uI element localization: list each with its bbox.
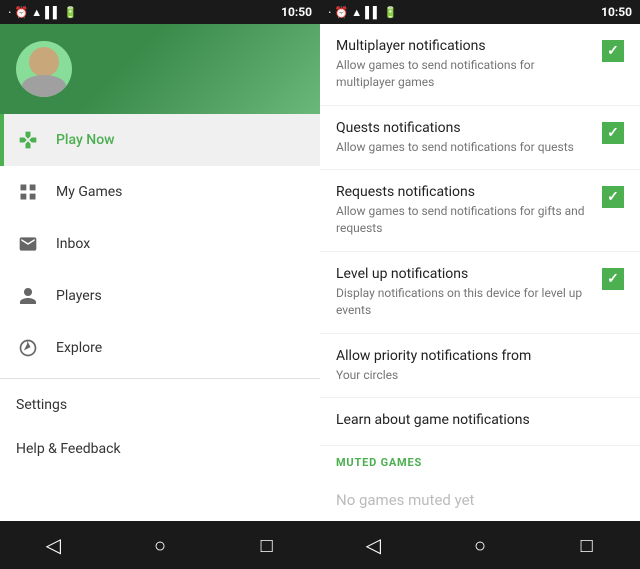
right-status-bar: ⋅ ⏰ ▲ ▌▌ 🔋 10:50 [320, 0, 640, 24]
priority-text: Allow priority notifications from Your c… [336, 348, 624, 384]
alarm-icon: ⏰ [15, 6, 29, 19]
requests-title: Requests notifications [336, 184, 594, 200]
right-time: 10:50 [601, 5, 632, 19]
sidebar-item-my-games[interactable]: My Games [0, 166, 320, 218]
gamepad-icon [16, 128, 40, 152]
sidebar-item-inbox[interactable]: Inbox [0, 218, 320, 270]
right-bottom-nav: ◁ ○ □ [320, 521, 640, 569]
right-alarm-icon: ⏰ [335, 6, 349, 19]
settings-label: Settings [16, 397, 67, 413]
profile-header: Christian Cawley atomickarma75@googlemai… [0, 24, 320, 114]
avatar-face [29, 47, 59, 77]
sidebar-item-my-games-label: My Games [56, 184, 122, 200]
grid-icon [16, 180, 40, 204]
envelope-icon [16, 232, 40, 256]
right-wifi-icon: ▲ [351, 6, 362, 19]
multiplayer-notification-item[interactable]: Multiplayer notifications Allow games to… [320, 24, 640, 106]
menu-divider [0, 378, 320, 379]
right-status-icons: ⋅ ⏰ ▲ ▌▌ 🔋 [328, 6, 397, 19]
recents-button[interactable]: □ [213, 533, 320, 558]
person-icon [16, 284, 40, 308]
back-button[interactable]: ◁ [0, 533, 107, 557]
levelup-title: Level up notifications [336, 266, 594, 282]
right-bluetooth-icon: ⋅ [328, 6, 332, 19]
quests-notification-item[interactable]: Quests notifications Allow games to send… [320, 106, 640, 171]
priority-notification-item[interactable]: Allow priority notifications from Your c… [320, 334, 640, 399]
multiplayer-desc: Allow games to send notifications for mu… [336, 57, 594, 91]
right-home-button[interactable]: ○ [427, 533, 534, 558]
requests-notification-item[interactable]: Requests notifications Allow games to se… [320, 170, 640, 252]
sidebar-item-explore-label: Explore [56, 340, 102, 356]
left-status-icons: ⋅ ⏰ ▲ ▌▌ 🔋 [8, 6, 77, 19]
menu-list: Play Now My Games Inbox Players [0, 114, 320, 521]
bluetooth-icon: ⋅ [8, 6, 12, 19]
right-back-button[interactable]: ◁ [320, 533, 427, 557]
multiplayer-checkbox[interactable] [602, 40, 624, 62]
quests-text: Quests notifications Allow games to send… [336, 120, 594, 156]
sidebar-item-inbox-label: Inbox [56, 236, 90, 252]
multiplayer-title: Multiplayer notifications [336, 38, 594, 54]
avatar-body [22, 75, 66, 97]
levelup-text: Level up notifications Display notificat… [336, 266, 594, 319]
signal-icon: ▌▌ [45, 6, 61, 19]
settings-item[interactable]: Settings [0, 383, 320, 427]
sidebar-item-players[interactable]: Players [0, 270, 320, 322]
wifi-icon: ▲ [31, 6, 42, 19]
learn-link-item[interactable]: Learn about game notifications [320, 398, 640, 446]
sidebar-item-explore[interactable]: Explore [0, 322, 320, 374]
right-panel: ⋅ ⏰ ▲ ▌▌ 🔋 10:50 Multiplayer notificatio… [320, 0, 640, 569]
sidebar-item-play-now[interactable]: Play Now [0, 114, 320, 166]
levelup-notification-item[interactable]: Level up notifications Display notificat… [320, 252, 640, 334]
left-time: 10:50 [281, 5, 312, 19]
notifications-list: Multiplayer notifications Allow games to… [320, 24, 640, 521]
quests-desc: Allow games to send notifications for qu… [336, 139, 594, 156]
sidebar-item-play-now-label: Play Now [56, 132, 115, 148]
learn-text: Learn about game notifications [336, 412, 624, 431]
requests-checkbox[interactable] [602, 186, 624, 208]
help-feedback-label: Help & Feedback [16, 441, 121, 457]
left-bottom-nav: ◁ ○ □ [0, 521, 320, 569]
right-battery-icon: 🔋 [384, 6, 398, 19]
muted-games-header: MUTED GAMES [320, 446, 640, 475]
learn-title: Learn about game notifications [336, 412, 624, 428]
battery-icon: 🔋 [64, 6, 78, 19]
priority-title: Allow priority notifications from [336, 348, 624, 364]
levelup-desc: Display notifications on this device for… [336, 285, 594, 319]
requests-desc: Allow games to send notifications for gi… [336, 203, 594, 237]
compass-icon [16, 336, 40, 360]
multiplayer-text: Multiplayer notifications Allow games to… [336, 38, 594, 91]
right-recents-button[interactable]: □ [533, 533, 640, 558]
sidebar-item-players-label: Players [56, 288, 102, 304]
help-feedback-item[interactable]: Help & Feedback [0, 427, 320, 471]
muted-empty-text: No games muted yet [320, 475, 640, 521]
left-panel: ⋅ ⏰ ▲ ▌▌ 🔋 10:50 Christian Cawley atomic… [0, 0, 320, 569]
right-signal-icon: ▌▌ [365, 6, 381, 19]
left-status-bar: ⋅ ⏰ ▲ ▌▌ 🔋 10:50 [0, 0, 320, 24]
quests-checkbox[interactable] [602, 122, 624, 144]
priority-sub: Your circles [336, 367, 624, 384]
quests-title: Quests notifications [336, 120, 594, 136]
avatar [16, 41, 72, 97]
home-button[interactable]: ○ [107, 533, 214, 558]
requests-text: Requests notifications Allow games to se… [336, 184, 594, 237]
levelup-checkbox[interactable] [602, 268, 624, 290]
